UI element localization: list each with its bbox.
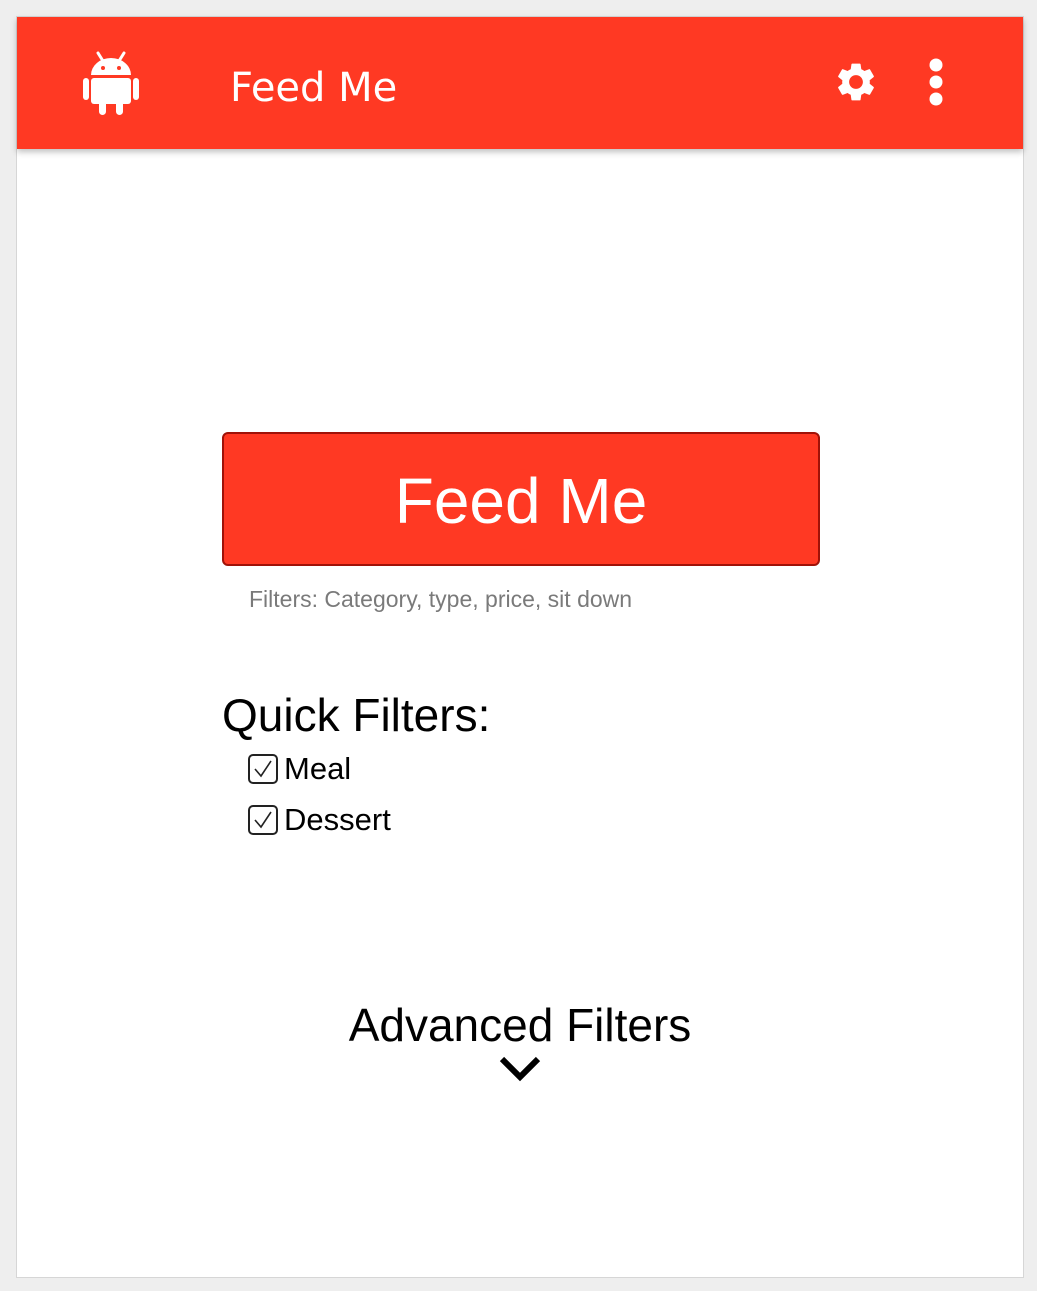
dessert-label: Dessert: [284, 802, 391, 837]
meal-checkbox-row[interactable]: Meal: [248, 751, 351, 787]
chevron-down-icon[interactable]: [498, 1053, 542, 1083]
feed-me-button[interactable]: Feed Me: [222, 432, 820, 566]
meal-label: Meal: [284, 751, 352, 786]
meal-checkbox[interactable]: [248, 754, 278, 784]
gear-icon[interactable]: [833, 59, 879, 105]
app-title: Feed Me: [230, 65, 398, 111]
checkmark-icon: [254, 811, 272, 829]
checkmark-icon: [254, 760, 272, 778]
advanced-filters-label: Advanced Filters: [348, 999, 692, 1051]
dessert-checkbox[interactable]: [248, 805, 278, 835]
quick-filters-title: Quick Filters:: [222, 689, 491, 741]
more-vert-icon[interactable]: [921, 57, 951, 107]
filters-caption: Filters: Category, type, price, sit down: [249, 586, 633, 612]
advanced-filters-toggle[interactable]: Advanced Filters: [17, 999, 1023, 1083]
app-bar: Feed Me: [17, 17, 1023, 149]
android-icon: [83, 51, 139, 115]
dessert-checkbox-row[interactable]: Dessert: [248, 802, 391, 838]
app-window: Feed Me Feed Me Filters: Category, type,…: [16, 16, 1024, 1278]
